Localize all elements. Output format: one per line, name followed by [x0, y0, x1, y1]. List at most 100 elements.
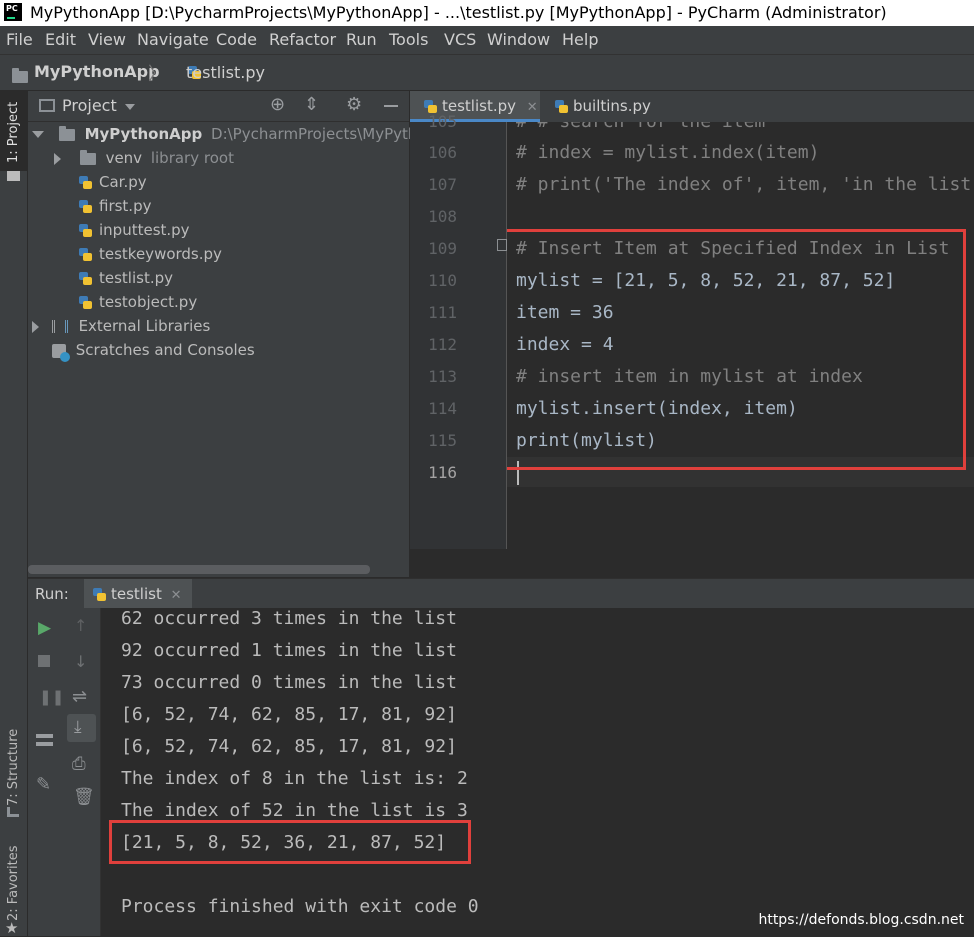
print-icon[interactable]: ⎙ [72, 754, 86, 774]
structure-icon [7, 807, 19, 817]
locate-file-icon[interactable]: ⊕ [270, 94, 285, 115]
tab-favorites[interactable]: 2: Favorites [6, 845, 21, 921]
tab-label: builtins.py [573, 97, 651, 115]
collapse-all-icon[interactable]: ⇕ [304, 94, 319, 115]
tab-structure[interactable]: 7: Structure [6, 729, 21, 806]
title-bar: PC MyPythonApp [D:\PycharmProjects\MyPyt… [0, 0, 974, 26]
tree-item-scratches[interactable]: Scratches and Consoles [52, 338, 255, 362]
tree-item-file[interactable]: testlist.py [78, 266, 173, 290]
fold-marker-icon[interactable] [497, 239, 507, 251]
hide-panel-icon[interactable] [384, 105, 398, 107]
chevron-down-icon[interactable] [125, 104, 135, 110]
expand-icon[interactable] [54, 152, 61, 165]
rerun-icon[interactable]: ▶ [38, 618, 51, 638]
code-editor[interactable]: # # search for the item # index = mylist… [507, 122, 974, 549]
file-name: testobject.py [99, 293, 198, 311]
python-file-icon [92, 587, 107, 603]
console-line: 62 occurred 3 times in the list [121, 608, 457, 629]
tree-item-file[interactable]: inputtest.py [78, 218, 190, 242]
menu-navigate[interactable]: Navigate [137, 30, 209, 49]
window-title: MyPythonApp [D:\PycharmProjects\MyPython… [30, 3, 887, 22]
expand-icon[interactable] [32, 131, 44, 138]
run-panel-header: Run: testlist ✕ [28, 578, 974, 609]
breadcrumb-file[interactable]: testlist.py [186, 63, 265, 82]
gear-icon[interactable]: ⚙ [346, 94, 362, 115]
run-tab-testlist[interactable]: testlist ✕ [84, 579, 192, 609]
line-number: 110 [428, 271, 457, 290]
line-number: 116 [428, 463, 457, 482]
menu-window[interactable]: Window [487, 30, 550, 49]
python-file-icon [78, 175, 93, 191]
breadcrumb-project[interactable]: MyPythonApp [34, 62, 160, 81]
menu-tools[interactable]: Tools [389, 30, 428, 49]
project-panel: Project ⊕ ⇕ ⚙ MyPythonApp D:\PycharmProj… [28, 91, 436, 577]
line-number: 105 [428, 112, 457, 131]
editor-tab-bar: testlist.py ✕ builtins.py ✕ [410, 91, 974, 146]
file-name: Car.py [99, 173, 147, 191]
library-icon [51, 320, 68, 333]
code-line: # # search for the item [516, 122, 765, 132]
scratches-label: Scratches and Consoles [75, 341, 255, 359]
console-line: [6, 52, 74, 62, 85, 17, 81, 92] [121, 736, 457, 757]
down-arrow-icon[interactable]: ↓ [74, 652, 87, 671]
highlight-box [109, 820, 471, 864]
watermark: https://defonds.blog.csdn.net [758, 912, 964, 928]
folder-icon [79, 149, 96, 165]
editor-gutter: 105 106 107 108 109 110 111 112 113 114 … [410, 112, 507, 549]
project-root-name: MyPythonApp [84, 125, 203, 143]
menu-run[interactable]: Run [346, 30, 377, 49]
tree-item-external-libraries[interactable]: External Libraries [32, 314, 210, 338]
menu-bar: File Edit View Navigate Code Refactor Ru… [0, 26, 974, 55]
run-label: Run: [35, 585, 69, 603]
menu-vcs[interactable]: VCS [444, 30, 476, 49]
tree-item-file[interactable]: testkeywords.py [78, 242, 222, 266]
tree-item-file[interactable]: testobject.py [78, 290, 197, 314]
python-file-icon [78, 271, 93, 287]
folder-icon [7, 171, 20, 181]
python-file-icon [78, 199, 93, 215]
menu-refactor[interactable]: Refactor [269, 30, 336, 49]
line-number: 114 [428, 399, 457, 418]
folder-icon [12, 68, 28, 83]
tab-project[interactable]: 1: Project [6, 102, 21, 163]
project-tool-tab[interactable]: 1: Project [0, 91, 27, 181]
expand-icon[interactable] [32, 320, 39, 333]
console-line: 73 occurred 0 times in the list [121, 672, 457, 693]
trash-icon[interactable]: 🗑 [73, 787, 95, 807]
menu-code[interactable]: Code [216, 30, 257, 49]
project-root-path: D:\PycharmProjects\MyPython [211, 125, 437, 143]
close-icon[interactable]: ✕ [171, 588, 182, 603]
stop-icon[interactable] [38, 655, 50, 667]
pause-icon[interactable]: ❚❚ [39, 688, 64, 706]
menu-edit[interactable]: Edit [45, 30, 76, 49]
console-line: The index of 52 in the list is 3 [121, 800, 468, 821]
tree-item-file[interactable]: Car.py [78, 170, 147, 194]
tree-item-venv[interactable]: venv library root [54, 146, 234, 170]
project-view-selector[interactable]: Project [62, 96, 117, 115]
pycharm-logo-icon: PC [4, 3, 22, 21]
scroll-to-end-toggle[interactable]: ⤓ [67, 714, 96, 742]
tree-item-file[interactable]: first.py [78, 194, 151, 218]
tree-root[interactable]: MyPythonApp D:\PycharmProjects\MyPython [32, 122, 436, 146]
project-view-icon [39, 99, 55, 112]
scratches-icon [52, 343, 70, 362]
project-panel-header: Project ⊕ ⇕ ⚙ [28, 91, 409, 122]
layout-icon[interactable] [36, 734, 53, 746]
menu-view[interactable]: View [88, 30, 126, 49]
folder-icon [58, 125, 75, 141]
line-number: 115 [428, 431, 457, 450]
pin-icon[interactable]: ✎ [36, 774, 51, 795]
line-number: 112 [428, 335, 457, 354]
close-icon[interactable]: ✕ [527, 100, 538, 115]
menu-help[interactable]: Help [562, 30, 598, 49]
console-output[interactable]: 62 occurred 3 times in the list 92 occur… [101, 608, 974, 936]
file-name: testlist.py [99, 269, 174, 287]
up-arrow-icon[interactable]: ↑ [74, 616, 87, 635]
horizontal-scrollbar[interactable] [28, 565, 370, 574]
tab-builtins[interactable]: builtins.py ✕ [542, 91, 672, 146]
console-line: [6, 52, 74, 62, 85, 17, 81, 92] [121, 704, 457, 725]
line-number: 107 [428, 175, 457, 194]
run-toolbar-secondary: ↑ ↓ ⇌ ⤓ ⎙ 🗑 [62, 608, 101, 936]
soft-wrap-icon[interactable]: ⇌ [72, 686, 87, 707]
menu-file[interactable]: File [6, 30, 33, 49]
